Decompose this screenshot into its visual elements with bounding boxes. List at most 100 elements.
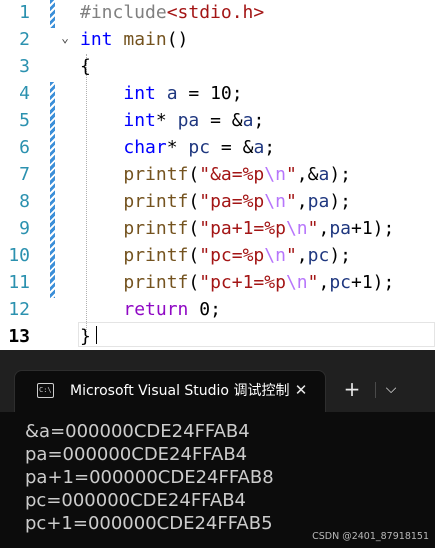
code-token: , bbox=[296, 191, 308, 212]
chevron-down-icon[interactable]: ⌵ bbox=[380, 378, 402, 400]
close-icon[interactable]: ✕ bbox=[291, 380, 311, 400]
code-token: ); bbox=[329, 164, 352, 185]
tab-title: Microsoft Visual Studio 调试控制台 bbox=[70, 383, 290, 399]
code-token: " bbox=[285, 191, 297, 212]
code-line[interactable]: } bbox=[80, 323, 91, 350]
console-output-line: pa=000000CDE24FFAB4 bbox=[25, 444, 248, 465]
console-output-line: &a=000000CDE24FFAB4 bbox=[25, 421, 250, 442]
code-line[interactable]: char* pc = &a; bbox=[80, 134, 275, 161]
code-token: <stdio.h> bbox=[166, 2, 265, 23]
code-token: a bbox=[318, 164, 330, 185]
console-tab-bar: C:\ Microsoft Visual Studio 调试控制台 ✕ + ⌵ bbox=[0, 350, 435, 412]
code-token: int bbox=[80, 29, 113, 50]
watermark: CSDN @2401_87918151 bbox=[312, 531, 429, 542]
tab-separator bbox=[375, 382, 376, 398]
console-tab[interactable]: C:\ Microsoft Visual Studio 调试控制台 ✕ bbox=[14, 370, 326, 412]
line-number: 13 bbox=[8, 326, 30, 347]
code-token: printf bbox=[123, 245, 189, 266]
code-token: " bbox=[285, 164, 297, 185]
code-token: = bbox=[177, 83, 211, 104]
line-number: 5 bbox=[19, 110, 30, 131]
code-token: "pc+1=%p bbox=[199, 272, 286, 293]
code-token: , bbox=[296, 245, 308, 266]
code-token: +1); bbox=[351, 272, 395, 293]
code-token: #include bbox=[80, 2, 167, 23]
code-token: char bbox=[123, 137, 167, 158]
code-token: , bbox=[318, 272, 330, 293]
code-line[interactable]: printf("pa+1=%p\n",pa+1); bbox=[80, 215, 394, 242]
console-output-line: pc=000000CDE24FFAB4 bbox=[25, 490, 246, 511]
code-token: ( bbox=[188, 191, 200, 212]
code-token: a bbox=[253, 137, 265, 158]
chevron-down-icon[interactable]: ⌄ bbox=[58, 32, 72, 46]
change-indicator-bar bbox=[50, 0, 55, 28]
code-token: * bbox=[155, 110, 178, 131]
code-line[interactable]: int a = 10; bbox=[80, 80, 243, 107]
code-token: \n bbox=[264, 164, 286, 185]
line-number: 10 bbox=[8, 245, 30, 266]
code-token: ); bbox=[329, 245, 352, 266]
code-token: { bbox=[80, 56, 91, 77]
code-line[interactable]: printf("pc=%p\n",pc); bbox=[80, 242, 351, 269]
code-token: "pa+1=%p bbox=[199, 218, 286, 239]
code-token: = & bbox=[210, 137, 254, 158]
code-token: printf bbox=[123, 191, 189, 212]
code-line[interactable]: int main() bbox=[80, 26, 188, 53]
code-token: \n bbox=[264, 245, 286, 266]
code-token: +1); bbox=[351, 218, 395, 239]
line-number: 7 bbox=[19, 164, 30, 185]
code-line[interactable]: printf("&a=%p\n",&a); bbox=[80, 161, 351, 188]
code-token: pc bbox=[307, 245, 330, 266]
code-line[interactable]: { bbox=[80, 53, 91, 80]
code-token: printf bbox=[123, 218, 189, 239]
code-line[interactable]: #include<stdio.h> bbox=[80, 0, 264, 26]
debug-console-window: C:\ Microsoft Visual Studio 调试控制台 ✕ + ⌵ … bbox=[0, 350, 435, 548]
console-icon: C:\ bbox=[37, 383, 54, 398]
code-token: "pa=%p bbox=[199, 191, 265, 212]
code-token: ; bbox=[253, 110, 265, 131]
code-token: "pc=%p bbox=[199, 245, 265, 266]
line-number: 6 bbox=[19, 137, 30, 158]
code-token: ; bbox=[231, 83, 243, 104]
code-token: main bbox=[123, 29, 167, 50]
code-line[interactable]: int* pa = &a; bbox=[80, 107, 264, 134]
code-token: int bbox=[123, 110, 156, 131]
line-number: 3 bbox=[19, 56, 30, 77]
code-token: int bbox=[123, 83, 156, 104]
new-tab-icon[interactable]: + bbox=[341, 378, 363, 400]
code-token: \n bbox=[264, 191, 286, 212]
line-number: 2 bbox=[19, 29, 30, 50]
text-caret bbox=[96, 326, 97, 344]
line-number: 1 bbox=[19, 2, 30, 23]
code-token: pc bbox=[188, 137, 211, 158]
code-token: 0; bbox=[188, 299, 221, 320]
code-token: \n bbox=[285, 272, 308, 293]
line-number: 11 bbox=[8, 272, 30, 293]
code-line[interactable]: printf("pa=%p\n",pa); bbox=[80, 188, 351, 215]
code-token: "&a=%p bbox=[199, 164, 265, 185]
code-token: pc bbox=[329, 272, 351, 293]
code-token: ( bbox=[188, 272, 200, 293]
code-line[interactable]: printf("pc+1=%p\n",pc+1); bbox=[80, 269, 394, 296]
code-line[interactable]: return 0; bbox=[80, 296, 221, 323]
code-token: a bbox=[166, 83, 178, 104]
code-token: ( bbox=[188, 245, 200, 266]
code-token: a bbox=[242, 110, 254, 131]
code-token: 10 bbox=[210, 83, 232, 104]
code-token: ,& bbox=[296, 164, 319, 185]
line-number: 9 bbox=[19, 218, 30, 239]
code-token: ( bbox=[188, 218, 200, 239]
code-token: printf bbox=[123, 272, 189, 293]
code-token: , bbox=[318, 218, 330, 239]
code-editor[interactable]: 1 2 3 4 5 6 7 8 9 10 11 12 13 ⌄ #include<stdio.h> int… bbox=[0, 0, 435, 350]
code-token: * bbox=[166, 137, 189, 158]
code-token: () bbox=[166, 29, 189, 50]
